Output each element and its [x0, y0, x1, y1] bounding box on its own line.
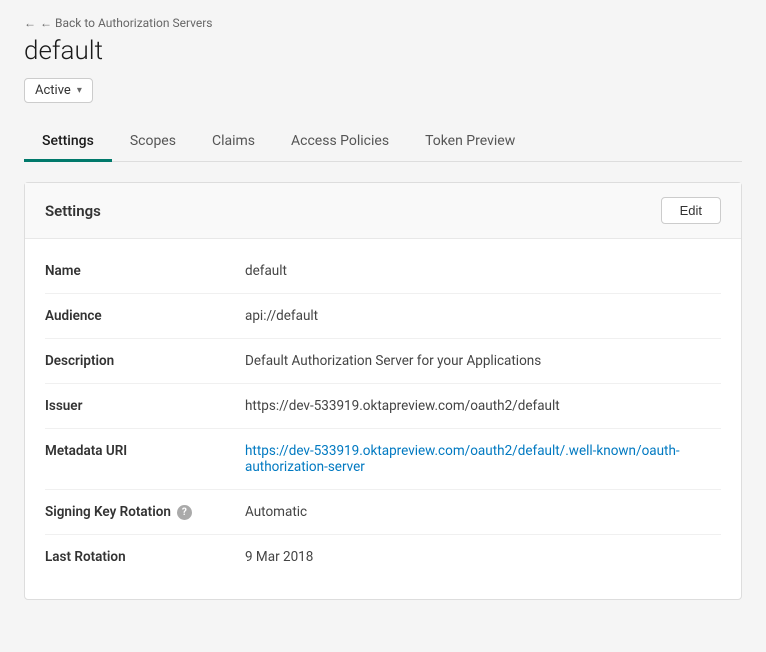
- tab-token-preview[interactable]: Token Preview: [407, 123, 533, 162]
- card-header: Settings Edit: [25, 183, 741, 239]
- back-link[interactable]: ← ← Back to Authorization Servers: [24, 16, 742, 30]
- metadata-uri-link[interactable]: https://dev-533919.oktapreview.com/oauth…: [245, 443, 680, 475]
- tabs-bar: Settings Scopes Claims Access Policies T…: [24, 123, 742, 162]
- back-arrow-icon: ←: [24, 16, 36, 30]
- field-value-last-rotation: 9 Mar 2018: [245, 549, 721, 565]
- help-icon[interactable]: ?: [177, 505, 192, 520]
- back-link-label: ← Back to Authorization Servers: [40, 16, 212, 30]
- status-label: Active: [35, 83, 71, 98]
- field-label-description: Description: [45, 353, 245, 369]
- field-value-name: default: [245, 263, 721, 279]
- field-value-signing-key-rotation: Automatic: [245, 504, 721, 520]
- tab-access-policies[interactable]: Access Policies: [273, 123, 407, 162]
- field-label-name: Name: [45, 263, 245, 279]
- field-row-description: Description Default Authorization Server…: [45, 339, 721, 384]
- tab-claims[interactable]: Claims: [194, 123, 273, 162]
- field-row-last-rotation: Last Rotation 9 Mar 2018: [45, 535, 721, 579]
- field-value-audience: api://default: [245, 308, 721, 324]
- field-label-issuer: Issuer: [45, 398, 245, 414]
- field-label-metadata-uri: Metadata URI: [45, 443, 245, 459]
- card-body: Name default Audience api://default Desc…: [25, 239, 741, 599]
- field-row-issuer: Issuer https://dev-533919.oktapreview.co…: [45, 384, 721, 429]
- settings-card: Settings Edit Name default Audience api:…: [24, 182, 742, 600]
- field-row-audience: Audience api://default: [45, 294, 721, 339]
- edit-button[interactable]: Edit: [661, 197, 721, 224]
- tab-scopes[interactable]: Scopes: [112, 123, 194, 162]
- field-row-signing-key-rotation: Signing Key Rotation ? Automatic: [45, 490, 721, 535]
- card-title: Settings: [45, 202, 101, 220]
- field-label-audience: Audience: [45, 308, 245, 324]
- field-value-issuer: https://dev-533919.oktapreview.com/oauth…: [245, 398, 721, 414]
- page-title: default: [24, 36, 742, 66]
- field-label-signing-key-rotation: Signing Key Rotation ?: [45, 504, 245, 520]
- status-dropdown[interactable]: Active ▾: [24, 78, 93, 103]
- field-value-description: Default Authorization Server for your Ap…: [245, 353, 721, 369]
- field-label-last-rotation: Last Rotation: [45, 549, 245, 565]
- tab-settings[interactable]: Settings: [24, 123, 112, 162]
- chevron-down-icon: ▾: [77, 85, 82, 96]
- field-value-metadata-uri: https://dev-533919.oktapreview.com/oauth…: [245, 443, 721, 475]
- field-row-name: Name default: [45, 249, 721, 294]
- field-row-metadata-uri: Metadata URI https://dev-533919.oktaprev…: [45, 429, 721, 490]
